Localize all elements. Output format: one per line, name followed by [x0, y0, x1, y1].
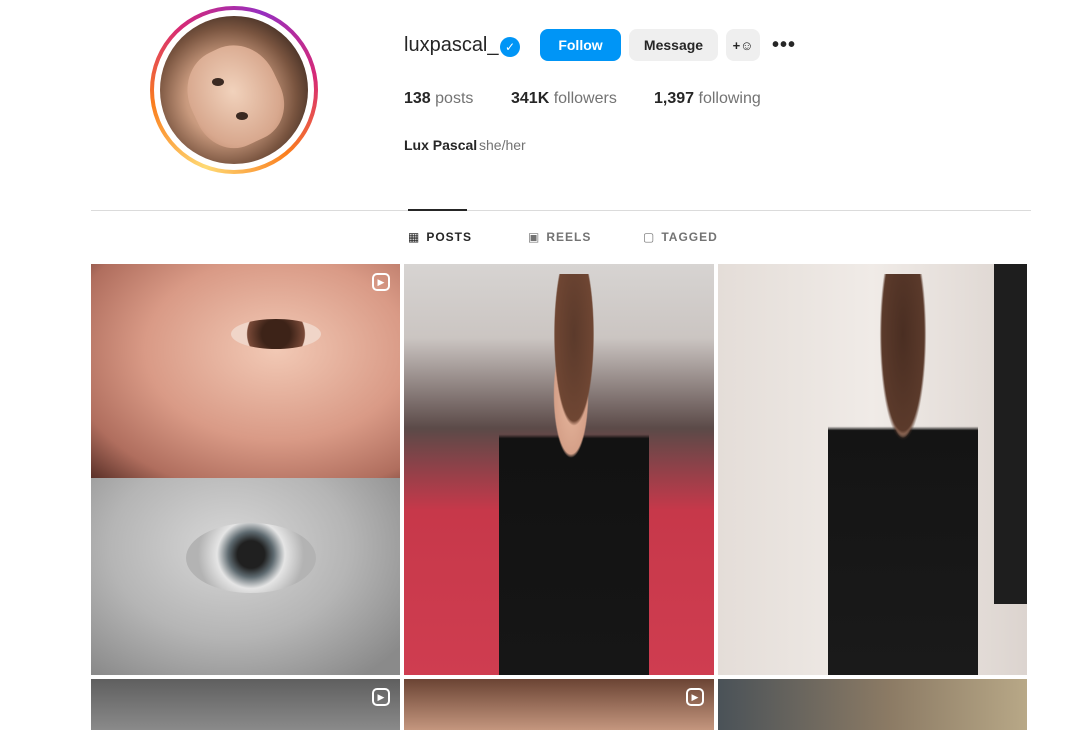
- add-person-icon[interactable]: +☺: [726, 29, 760, 61]
- active-tab-indicator: [408, 209, 467, 211]
- tagged-icon: ▢: [643, 230, 656, 244]
- following-stat[interactable]: 1,397 following: [654, 90, 761, 108]
- followers-stat[interactable]: 341K followers: [511, 90, 617, 108]
- tab-posts[interactable]: ▦ POSTS: [408, 230, 472, 244]
- following-count: 1,397: [654, 90, 695, 107]
- avatar-eye: [236, 112, 248, 120]
- tab-posts-label: POSTS: [426, 230, 473, 244]
- post-image-top: [91, 264, 400, 478]
- followers-label: followers: [553, 90, 617, 107]
- profile-avatar-ring[interactable]: [150, 6, 318, 174]
- avatar-eye: [212, 78, 224, 86]
- post-thumbnail[interactable]: ▶: [91, 264, 400, 675]
- reel-icon: ▶: [372, 688, 390, 706]
- tab-tagged[interactable]: ▢ TAGGED: [643, 230, 718, 244]
- follow-button[interactable]: Follow: [540, 29, 621, 61]
- avatar-border: [154, 10, 314, 170]
- post-thumbnail[interactable]: [718, 679, 1027, 730]
- more-options-icon[interactable]: •••: [772, 34, 796, 57]
- tab-tagged-label: TAGGED: [661, 230, 718, 244]
- profile-username: luxpascal_: [404, 34, 499, 56]
- tab-reels[interactable]: ▣ REELS: [528, 230, 591, 244]
- profile-full-name: Lux Pascal: [404, 137, 478, 153]
- posts-stat: 138 posts: [404, 90, 473, 108]
- post-thumbnail[interactable]: [718, 264, 1027, 675]
- post-person: [499, 274, 649, 675]
- reels-icon: ▣: [528, 230, 541, 244]
- following-label: following: [698, 90, 761, 107]
- posts-count: 138: [404, 90, 431, 107]
- post-person: [828, 274, 978, 675]
- post-eye: [231, 319, 321, 349]
- profile-pronouns: she/her: [479, 137, 526, 153]
- grid-icon: ▦: [408, 230, 421, 244]
- tab-reels-label: REELS: [546, 230, 592, 244]
- posts-label: posts: [435, 90, 474, 107]
- verified-check-icon: ✓: [500, 37, 520, 57]
- message-button[interactable]: Message: [629, 29, 718, 61]
- post-thumbnail[interactable]: ▶: [91, 679, 400, 730]
- tabs-divider: [91, 210, 1031, 211]
- post-eye: [186, 523, 316, 593]
- post-thumbnail[interactable]: ▶: [404, 679, 714, 730]
- post-image-bottom: [91, 478, 400, 675]
- post-thumbnail[interactable]: [404, 264, 714, 675]
- reel-icon: ▶: [686, 688, 704, 706]
- avatar[interactable]: [160, 16, 308, 164]
- followers-count: 341K: [511, 90, 550, 107]
- post-frame: [994, 264, 1027, 604]
- reel-icon: ▶: [372, 273, 390, 291]
- avatar-face: [173, 31, 297, 161]
